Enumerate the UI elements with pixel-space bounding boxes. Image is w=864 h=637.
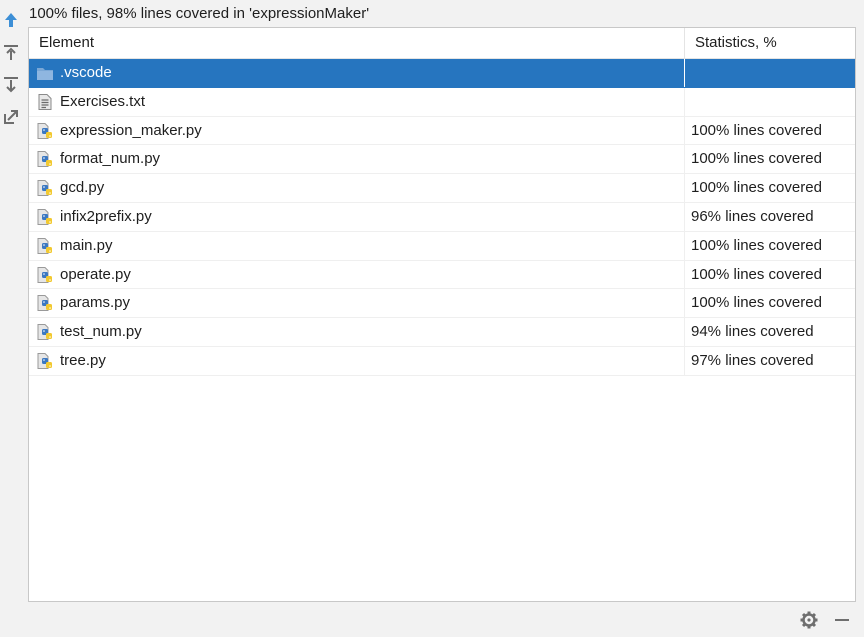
element-cell: format_num.py bbox=[29, 145, 685, 174]
table-row[interactable]: format_num.py 100% lines covered bbox=[29, 145, 855, 175]
element-name: tree.py bbox=[60, 351, 106, 369]
element-name: Exercises.txt bbox=[60, 92, 146, 110]
element-cell: operate.py bbox=[29, 260, 685, 289]
export-icon bbox=[4, 77, 18, 93]
element-cell: infix2prefix.py bbox=[29, 202, 685, 231]
element-cell: gcd.py bbox=[29, 174, 685, 202]
table-row[interactable]: test_num.py 94% lines covered bbox=[29, 318, 855, 347]
column-headers: Element Statistics, % bbox=[29, 28, 855, 59]
export-button[interactable] bbox=[1, 75, 21, 95]
table-row[interactable]: expression_maker.py 100% lines covered bbox=[29, 116, 855, 146]
python-file-icon bbox=[37, 295, 52, 312]
element-cell: main.py bbox=[29, 231, 685, 260]
settings-button[interactable] bbox=[800, 611, 818, 629]
element-cell: Exercises.txt bbox=[29, 87, 685, 116]
element-cell: test_num.py bbox=[29, 318, 685, 346]
statistics-cell: 100% lines covered bbox=[691, 121, 822, 139]
element-name: params.py bbox=[60, 294, 131, 312]
column-header-element[interactable]: Element bbox=[29, 28, 685, 58]
python-file-icon bbox=[37, 324, 52, 341]
element-name: infix2prefix.py bbox=[60, 207, 152, 225]
table-row[interactable]: Exercises.txt bbox=[29, 87, 855, 117]
element-name: gcd.py bbox=[60, 179, 105, 197]
statistics-cell: 100% lines covered bbox=[691, 150, 822, 168]
python-file-icon bbox=[37, 352, 52, 369]
table-row[interactable]: gcd.py 100% lines covered bbox=[29, 174, 855, 203]
element-name: main.py bbox=[60, 236, 113, 254]
table-rows: .vscode Exercises.txt expression_maker.py 1… bbox=[29, 59, 855, 376]
element-name: .vscode bbox=[60, 64, 112, 81]
python-file-icon bbox=[37, 180, 52, 197]
statistics-cell bbox=[685, 59, 855, 87]
statistics-cell bbox=[685, 88, 855, 116]
statistics-cell: 94% lines covered bbox=[691, 323, 814, 341]
folder-icon bbox=[37, 68, 53, 80]
gear-icon bbox=[800, 611, 818, 629]
python-file-icon bbox=[37, 266, 52, 283]
table-row[interactable]: main.py 100% lines covered bbox=[29, 231, 855, 261]
statistics-cell: 100% lines covered bbox=[691, 179, 822, 197]
element-cell: tree.py bbox=[29, 346, 685, 375]
table-row[interactable]: operate.py 100% lines covered bbox=[29, 260, 855, 290]
go-up-button[interactable] bbox=[1, 10, 21, 30]
statistics-cell: 97% lines covered bbox=[691, 351, 814, 369]
element-cell: params.py bbox=[29, 289, 685, 318]
statistics-cell: 96% lines covered bbox=[691, 207, 814, 225]
import-icon bbox=[4, 45, 18, 60]
minimize-icon bbox=[835, 619, 849, 621]
coverage-table: Element Statistics, % .vscode Exercises.t… bbox=[28, 27, 856, 602]
element-name: format_num.py bbox=[60, 150, 161, 168]
python-file-icon bbox=[37, 151, 52, 168]
open-external-button[interactable] bbox=[1, 107, 21, 127]
text-file-icon bbox=[38, 93, 52, 110]
table-row[interactable]: infix2prefix.py 96% lines covered bbox=[29, 202, 855, 232]
python-file-icon bbox=[37, 122, 52, 139]
element-name: operate.py bbox=[60, 265, 131, 283]
go-up-icon bbox=[5, 13, 17, 27]
table-row[interactable]: tree.py 97% lines covered bbox=[29, 346, 855, 376]
table-row[interactable]: params.py 100% lines covered bbox=[29, 289, 855, 319]
element-cell: .vscode bbox=[29, 59, 685, 87]
import-button[interactable] bbox=[1, 43, 21, 63]
element-name: test_num.py bbox=[60, 323, 142, 341]
bottom-toolbar bbox=[0, 603, 864, 637]
element-cell: expression_maker.py bbox=[29, 116, 685, 145]
open-external-icon bbox=[4, 110, 18, 124]
statistics-cell: 100% lines covered bbox=[691, 236, 822, 254]
coverage-summary-title: 100% files, 98% lines covered in 'expres… bbox=[29, 5, 370, 22]
table-row[interactable]: .vscode bbox=[29, 59, 855, 88]
statistics-cell: 100% lines covered bbox=[691, 265, 822, 283]
element-name: expression_maker.py bbox=[60, 121, 202, 139]
statistics-cell: 100% lines covered bbox=[691, 294, 822, 312]
python-file-icon bbox=[37, 208, 52, 225]
column-header-statistics[interactable]: Statistics, % bbox=[685, 28, 855, 58]
minimize-button[interactable] bbox=[833, 611, 851, 629]
python-file-icon bbox=[37, 237, 52, 254]
